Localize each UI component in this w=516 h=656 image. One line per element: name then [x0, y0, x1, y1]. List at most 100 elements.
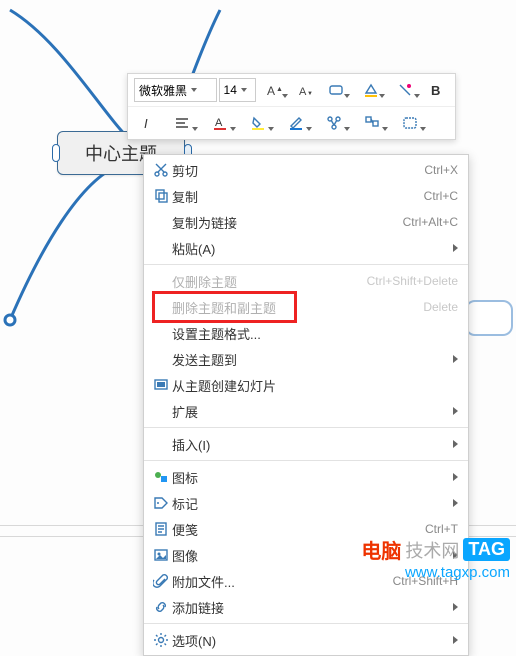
- chevron-down-icon: [379, 94, 385, 98]
- menu-separator: [144, 427, 468, 428]
- menu-delete-topic-only: 仅删除主题 Ctrl+Shift+Delete: [144, 268, 468, 294]
- chevron-right-icon: [453, 407, 458, 415]
- menu-image-label: 图像: [172, 546, 453, 565]
- menu-add-link-label: 添加链接: [172, 598, 453, 617]
- line-color-button[interactable]: [389, 78, 422, 102]
- chevron-down-icon: [306, 127, 312, 131]
- menu-create-slide-label: 从主题创建幻灯片: [172, 376, 458, 395]
- menu-create-slide[interactable]: 从主题创建幻灯片: [144, 372, 468, 398]
- font-color-button[interactable]: A: [202, 111, 238, 135]
- menu-paste[interactable]: 粘贴(A): [144, 235, 468, 261]
- chevron-down-icon: [382, 127, 388, 131]
- font-family-value: 微软雅黑: [139, 82, 187, 99]
- chevron-down-icon: [282, 94, 288, 98]
- menu-icons[interactable]: 图标: [144, 464, 468, 490]
- copy-icon: [150, 188, 172, 204]
- menu-attachment-label: 附加文件...: [172, 572, 393, 591]
- menu-copy-as-link[interactable]: 复制为链接 Ctrl+Alt+C: [144, 209, 468, 235]
- menu-extensions[interactable]: 扩展: [144, 398, 468, 424]
- menu-copy-shortcut: Ctrl+C: [424, 189, 458, 203]
- boundary-button[interactable]: [392, 111, 428, 135]
- menu-delete-topic-and-sub-shortcut: Delete: [423, 300, 458, 314]
- chevron-right-icon: [453, 499, 458, 507]
- slide-icon: [150, 377, 172, 393]
- svg-text:A: A: [267, 84, 275, 98]
- chevron-down-icon: [344, 94, 350, 98]
- svg-text:▼: ▼: [307, 91, 313, 97]
- menu-format-topic[interactable]: 设置主题格式...: [144, 320, 468, 346]
- svg-text:I: I: [144, 116, 148, 131]
- chevron-right-icon: [453, 355, 458, 363]
- decrease-font-button[interactable]: A▼: [292, 78, 317, 102]
- menu-image[interactable]: 图像: [144, 542, 468, 568]
- chevron-down-icon: [268, 127, 274, 131]
- fill-color-button[interactable]: [354, 78, 387, 102]
- menu-separator: [144, 460, 468, 461]
- svg-text:A: A: [299, 86, 307, 98]
- chevron-right-icon: [453, 551, 458, 559]
- menu-delete-topic-and-sub-label: 删除主题和副主题: [172, 298, 423, 317]
- menu-options[interactable]: 选项(N): [144, 627, 468, 653]
- shapes-icon: [150, 469, 172, 485]
- image-icon: [150, 547, 172, 563]
- chevron-right-icon: [453, 244, 458, 252]
- svg-text:B: B: [431, 83, 440, 98]
- menu-separator: [144, 623, 468, 624]
- bold-button[interactable]: B: [424, 78, 449, 102]
- menu-icons-label: 图标: [172, 468, 453, 487]
- menu-copy-as-link-shortcut: Ctrl+Alt+C: [403, 215, 458, 229]
- chevron-down-icon: [191, 88, 197, 92]
- menu-send-topic-to-label: 发送主题到: [172, 350, 453, 369]
- menu-insert[interactable]: 插入(I): [144, 431, 468, 457]
- svg-text:A: A: [215, 117, 223, 129]
- topic-shape-button[interactable]: [320, 78, 353, 102]
- gear-icon: [150, 632, 172, 648]
- chevron-right-icon: [453, 440, 458, 448]
- menu-cut[interactable]: 剪切 Ctrl+X: [144, 157, 468, 183]
- menu-delete-topic-and-sub: 删除主题和副主题 Delete: [144, 294, 468, 320]
- menu-add-link[interactable]: 添加链接: [144, 594, 468, 620]
- topic-handle-left[interactable]: [52, 144, 60, 162]
- menu-tags[interactable]: 标记: [144, 490, 468, 516]
- link-icon: [150, 599, 172, 615]
- menu-copy-label: 复制: [172, 187, 424, 206]
- layout-button[interactable]: [354, 111, 390, 135]
- floating-format-toolbar: 微软雅黑 14 A▲ A▼ B I: [127, 73, 456, 140]
- menu-cut-shortcut: Ctrl+X: [424, 163, 458, 177]
- menu-tags-label: 标记: [172, 494, 453, 513]
- menu-notes[interactable]: 便笺 Ctrl+T: [144, 516, 468, 542]
- chevron-down-icon: [230, 127, 236, 131]
- context-menu: 剪切 Ctrl+X 复制 Ctrl+C 复制为链接 Ctrl+Alt+C 粘贴(…: [143, 154, 469, 656]
- menu-attachment[interactable]: 附加文件... Ctrl+Shift+H: [144, 568, 468, 594]
- font-size-value: 14: [224, 83, 237, 97]
- relationship-button[interactable]: [316, 111, 352, 135]
- italic-button[interactable]: I: [134, 111, 162, 135]
- align-button[interactable]: [164, 111, 200, 135]
- menu-extensions-label: 扩展: [172, 402, 453, 421]
- note-icon: [150, 521, 172, 537]
- topic-card-peek: [465, 300, 513, 336]
- menu-notes-shortcut: Ctrl+T: [425, 522, 458, 536]
- menu-notes-label: 便笺: [172, 520, 425, 539]
- menu-insert-label: 插入(I): [172, 435, 453, 454]
- menu-cut-label: 剪切: [172, 161, 424, 180]
- font-family-select[interactable]: 微软雅黑: [134, 78, 217, 102]
- menu-send-topic-to[interactable]: 发送主题到: [144, 346, 468, 372]
- menu-attachment-shortcut: Ctrl+Shift+H: [393, 574, 458, 588]
- menu-copy[interactable]: 复制 Ctrl+C: [144, 183, 468, 209]
- scissors-icon: [150, 162, 172, 178]
- menu-paste-label: 粘贴(A): [172, 239, 453, 258]
- chevron-down-icon: [192, 127, 198, 131]
- chevron-down-icon: [414, 94, 420, 98]
- increase-font-button[interactable]: A▲: [258, 78, 291, 102]
- highlight-color-button[interactable]: [240, 111, 276, 135]
- font-size-select[interactable]: 14: [219, 78, 256, 102]
- chevron-down-icon: [241, 88, 247, 92]
- menu-format-topic-label: 设置主题格式...: [172, 324, 458, 343]
- border-color-button[interactable]: [278, 111, 314, 135]
- chevron-right-icon: [453, 636, 458, 644]
- menu-separator: [144, 264, 468, 265]
- chevron-down-icon: [420, 127, 426, 131]
- menu-delete-topic-only-shortcut: Ctrl+Shift+Delete: [367, 274, 458, 288]
- svg-text:▲: ▲: [276, 86, 282, 93]
